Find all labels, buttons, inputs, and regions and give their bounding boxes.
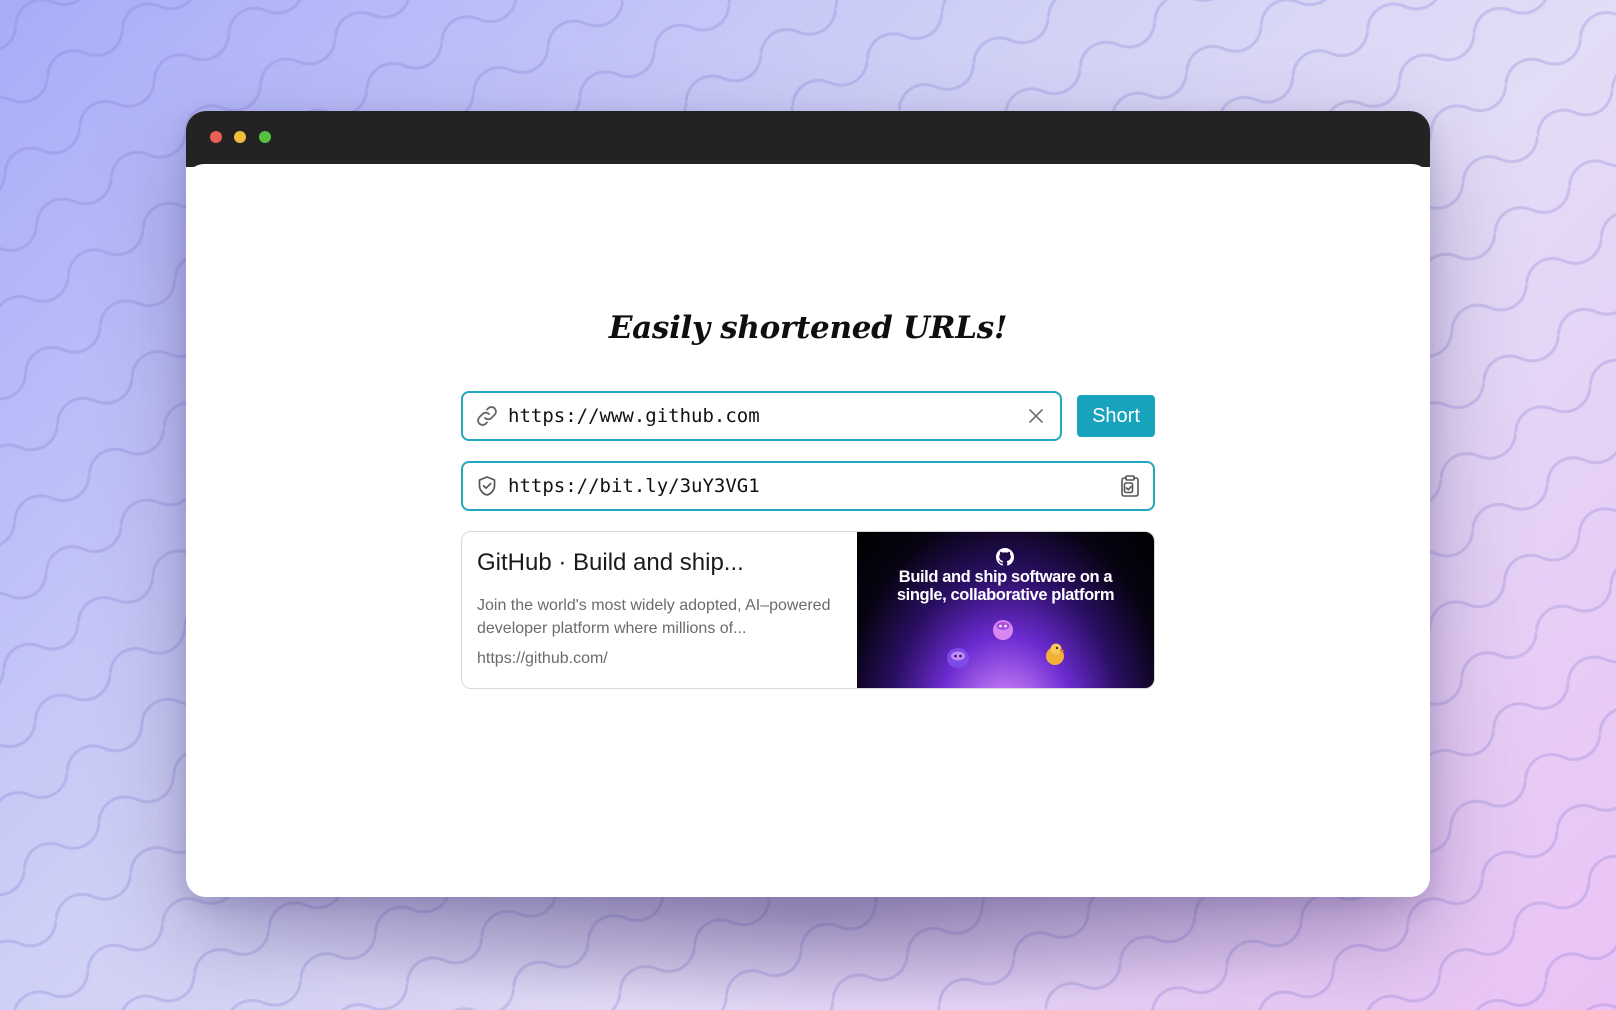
purple-mascot [947, 648, 969, 668]
close-icon[interactable] [1024, 404, 1048, 428]
shield-check-icon [478, 476, 496, 496]
mascot-illustration [947, 620, 1065, 668]
page-title: Easily shortened URLs! [608, 310, 1008, 346]
title-bar [186, 111, 1430, 167]
short-url-field[interactable]: https://bit.ly/3uY3VG1 [461, 461, 1155, 511]
close-window-button[interactable] [210, 131, 222, 143]
browser-window: Easily shortened URLs! Short https://bit… [186, 111, 1430, 897]
link-icon [477, 406, 497, 426]
url-input[interactable] [508, 393, 988, 439]
maximize-window-button[interactable] [259, 131, 271, 143]
duck-mascot [1046, 643, 1065, 665]
minimize-window-button[interactable] [234, 131, 246, 143]
short-button[interactable]: Short [1077, 395, 1155, 437]
preview-image: Build and ship software on a single, col… [857, 532, 1154, 688]
clipboard-check-icon[interactable] [1117, 473, 1143, 499]
preview-title: GitHub · Build and ship... [477, 549, 744, 576]
pink-mascot [993, 620, 1013, 640]
short-url-text[interactable]: https://bit.ly/3uY3VG1 [508, 463, 760, 509]
link-preview-card[interactable]: GitHub · Build and ship... Join the worl… [461, 531, 1155, 689]
url-input-field[interactable] [461, 391, 1062, 441]
preview-text-area: GitHub · Build and ship... Join the worl… [462, 532, 857, 688]
preview-url: https://github.com/ [477, 650, 608, 667]
preview-description: Join the world's most widely adopted, AI… [477, 597, 831, 637]
page-content: Easily shortened URLs! Short https://bit… [186, 164, 1430, 897]
